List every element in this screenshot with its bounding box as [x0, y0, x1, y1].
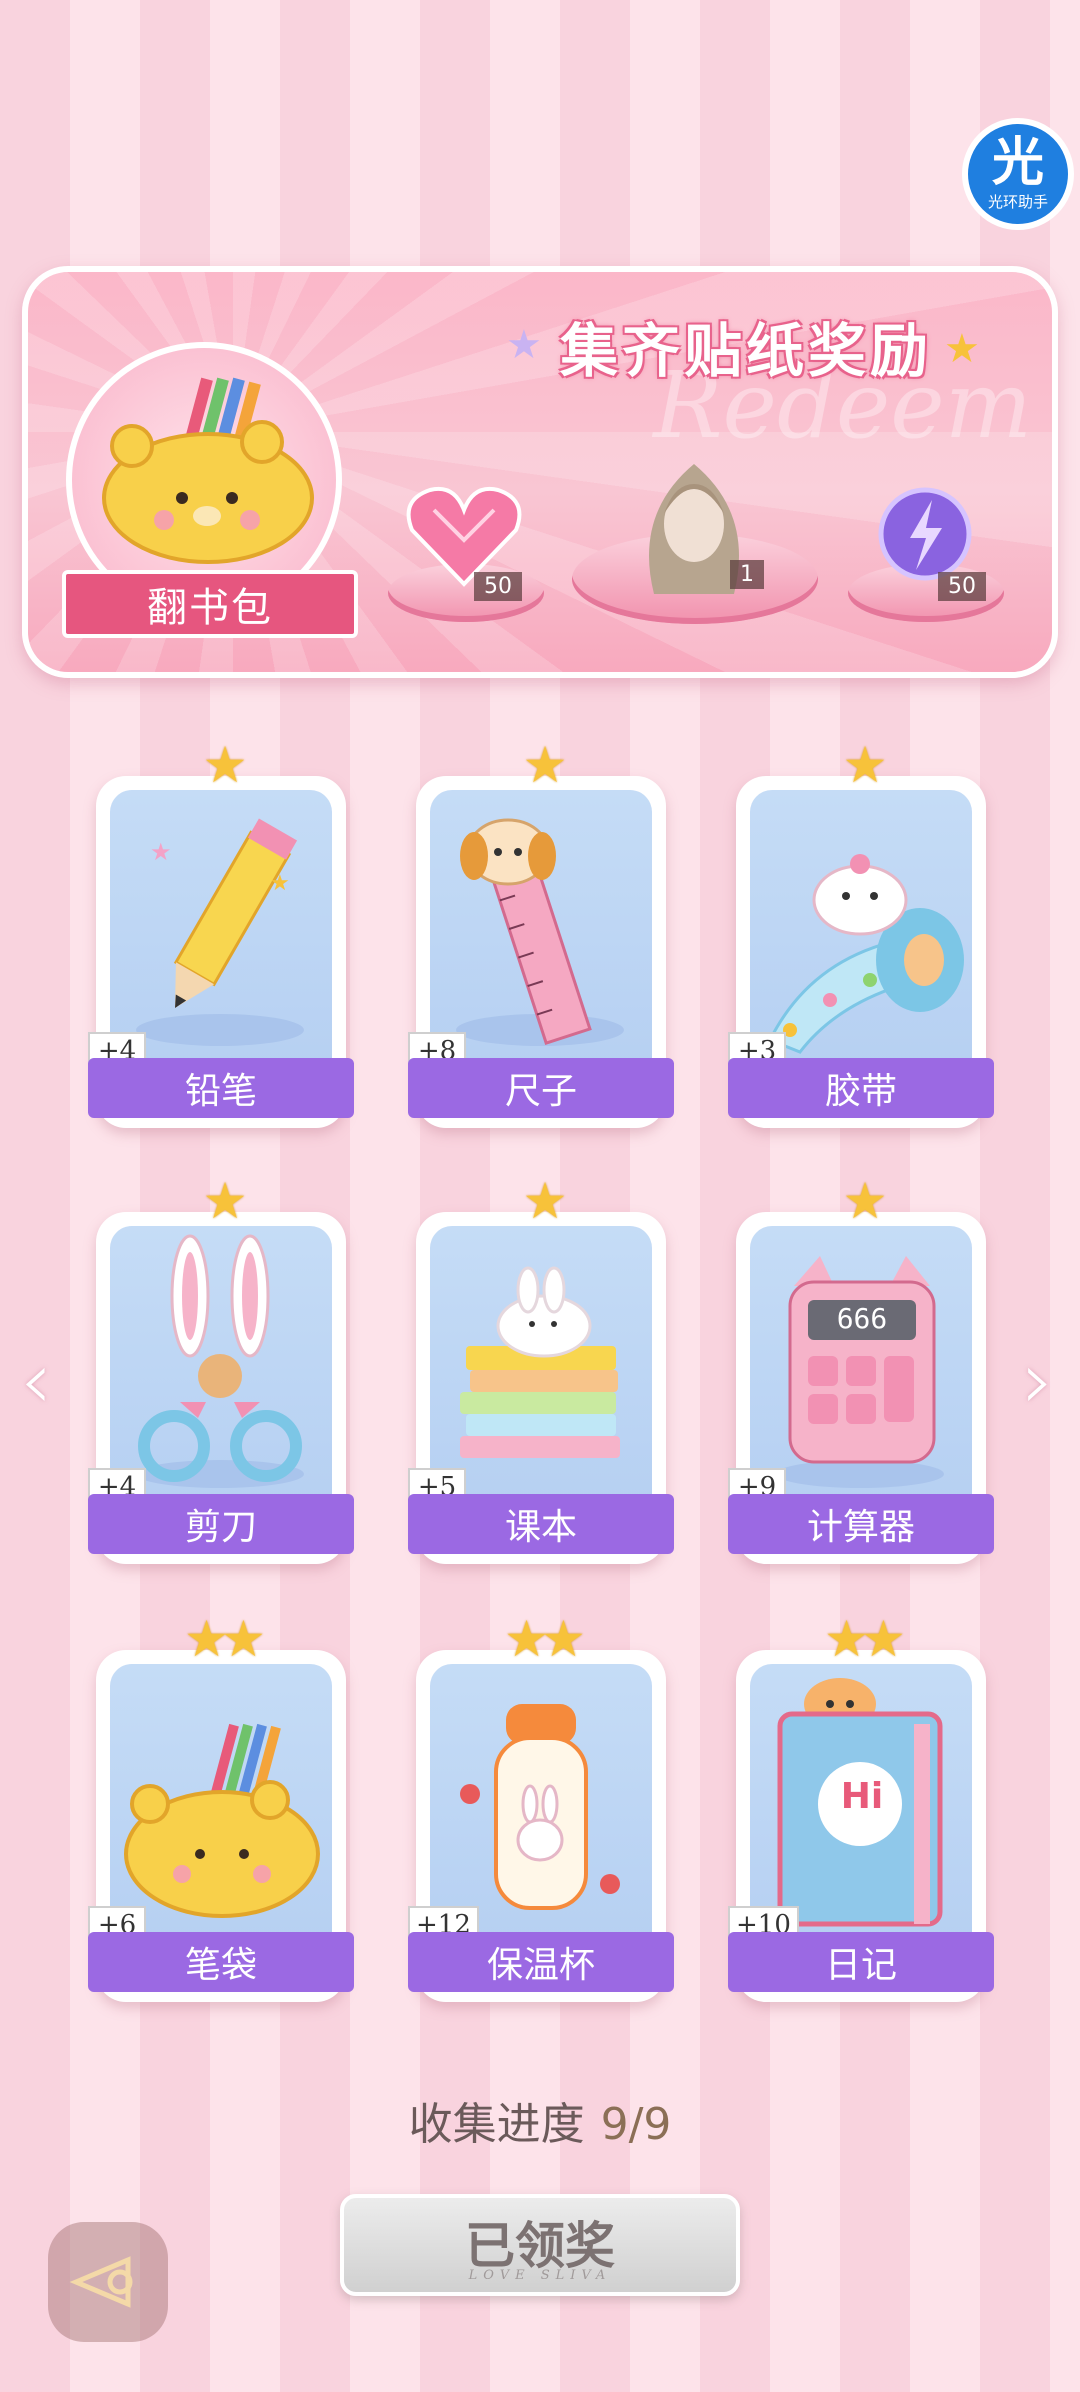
back-arrow-icon	[69, 2256, 133, 2308]
svg-text:★: ★	[270, 871, 290, 896]
helper-label: 光环助手	[987, 192, 1048, 211]
reward-count: 50	[938, 572, 986, 601]
diary-greeting: Hi	[840, 1776, 884, 1817]
tape-icon	[767, 854, 964, 1054]
sticker-card-scissors[interactable]: ★ +4 剪刀	[88, 1172, 354, 1564]
star-icon: ★	[842, 1172, 888, 1230]
sticker-card-pencil[interactable]: ★ ★ ★ +4 铅笔	[88, 736, 354, 1128]
books-icon	[460, 1266, 620, 1458]
calculator-display: 666	[836, 1302, 888, 1335]
sticker-card-thermos[interactable]: ★★ +12 保温杯	[408, 1610, 674, 2002]
star-icon: ★	[522, 1172, 568, 1230]
sticker-label: 胶带	[728, 1058, 994, 1118]
sticker-label: 课本	[408, 1494, 674, 1554]
main-reward-label: 翻书包	[62, 570, 358, 638]
claimed-sublabel: LOVE SLIVA	[468, 2268, 612, 2283]
sticker-label: 尺子	[408, 1058, 674, 1118]
sticker-label: 保温杯	[408, 1932, 674, 1992]
star-icon: ★	[842, 736, 888, 794]
star-icon: ★★	[824, 1610, 906, 1668]
claimed-button[interactable]: 已领奖 LOVE SLIVA	[340, 2194, 740, 2296]
svg-text:★: ★	[150, 838, 172, 866]
pencil-case-icon	[124, 1723, 320, 1918]
collection-progress: 收集进度 9/9	[0, 2088, 1080, 2152]
star-icon: ★	[944, 326, 980, 372]
pencil-icon: ★ ★	[136, 818, 304, 1046]
star-icon: ★	[506, 322, 542, 368]
back-button[interactable]	[48, 2222, 168, 2342]
star-icon: ★★	[504, 1610, 586, 1668]
star-icon: ★	[522, 736, 568, 794]
calculator-icon	[776, 1256, 944, 1488]
progress-value: 9/9	[600, 2099, 672, 2150]
sticker-card-diary[interactable]: ★★ Hi +10 日记	[728, 1610, 994, 2002]
sticker-card-pencil-case[interactable]: ★★ +6 笔袋	[88, 1610, 354, 2002]
sticker-label: 日记	[728, 1932, 994, 1992]
sticker-card-calculator[interactable]: ★ 666 +9 计算器	[728, 1172, 994, 1564]
sticker-label: 铅笔	[88, 1058, 354, 1118]
banner-title: 集齐贴纸奖励	[560, 317, 933, 385]
star-icon: ★★	[184, 1610, 266, 1668]
sticker-label: 计算器	[728, 1494, 994, 1554]
progress-label: 收集进度	[408, 2099, 585, 2150]
star-icon: ★	[202, 736, 248, 794]
helper-glyph: 光	[991, 132, 1044, 193]
thermos-icon	[460, 1704, 620, 1910]
star-icon: ★	[202, 1172, 248, 1230]
sticker-label: 笔袋	[88, 1932, 354, 1992]
reward-count: 1	[730, 560, 764, 589]
prev-page-arrow[interactable]: ‹	[20, 1334, 52, 1427]
next-page-arrow[interactable]: ›	[1022, 1334, 1054, 1427]
sticker-label: 剪刀	[88, 1494, 354, 1554]
sticker-card-textbook[interactable]: ★ +5 课本	[408, 1172, 674, 1564]
sticker-card-ruler[interactable]: ★ +8 尺子	[408, 736, 674, 1128]
scissors-icon	[136, 1234, 304, 1488]
ruler-icon	[456, 818, 624, 1046]
reward-count: 50	[474, 572, 522, 601]
sticker-card-tape[interactable]: ★ +3 胶带	[728, 736, 994, 1128]
purple-energy-orb-icon	[878, 487, 972, 581]
helper-app-badge[interactable]: 光 光环助手	[962, 118, 1074, 230]
